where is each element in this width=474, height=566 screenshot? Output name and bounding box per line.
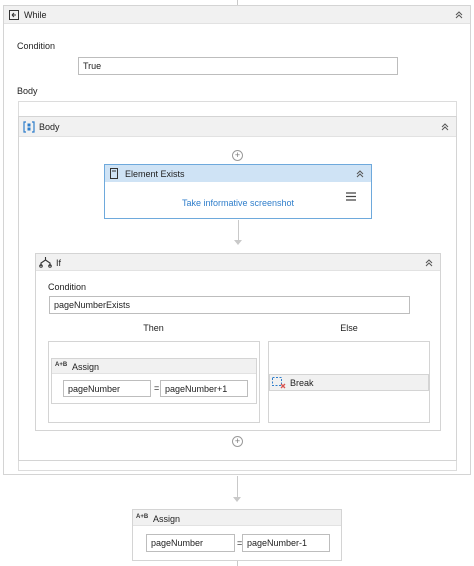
connector — [238, 220, 239, 241]
if-activity[interactable]: If Condition pageNumberExists Then Else … — [35, 253, 441, 431]
bottom-connector — [237, 561, 238, 566]
break-icon — [272, 377, 286, 391]
if-condition-field[interactable]: pageNumberExists — [49, 296, 410, 314]
while-icon — [8, 9, 20, 23]
while-body-label: Body — [17, 86, 38, 96]
body-sequence-title: Body — [39, 122, 60, 132]
menu-icon[interactable] — [345, 191, 357, 204]
then-assign-equals: = — [154, 383, 160, 393]
element-exists-header[interactable]: Element Exists — [105, 165, 371, 182]
while-condition-label: Condition — [17, 41, 56, 51]
then-assign-header[interactable]: A+B Assign — [52, 359, 256, 374]
bottom-assign-right-field[interactable]: pageNumber-1 — [242, 534, 330, 552]
then-assign-right-field[interactable]: pageNumber+1 — [160, 380, 248, 397]
element-exists-icon — [109, 168, 119, 181]
body-sequence[interactable]: Body + Element Exists Take informative s… — [18, 116, 457, 461]
element-exists-activity[interactable]: Element Exists Take informative screensh… — [104, 164, 372, 219]
assign-icon: A+B — [55, 362, 68, 368]
then-assign-left-field[interactable]: pageNumber — [63, 380, 151, 397]
connector — [237, 476, 238, 498]
connector-arrow — [234, 240, 242, 245]
take-screenshot-link[interactable]: Take informative screenshot — [105, 198, 371, 208]
then-label: Then — [143, 323, 164, 333]
add-icon[interactable]: + — [232, 150, 243, 161]
connector-arrow — [233, 497, 241, 502]
then-assign-activity[interactable]: A+B Assign pageNumber = pageNumber+1 — [51, 358, 257, 404]
body-sequence-header[interactable]: Body — [19, 117, 456, 137]
bottom-assign-left-field[interactable]: pageNumber — [146, 534, 235, 552]
while-activity[interactable]: While Condition True Body Body + Element… — [3, 5, 471, 475]
if-header[interactable]: If — [36, 254, 440, 271]
assign-icon: A+B — [136, 514, 149, 520]
while-header[interactable]: While — [4, 6, 470, 24]
break-activity[interactable]: Break — [269, 374, 429, 391]
bottom-assign-header[interactable]: A+B Assign — [133, 510, 341, 526]
else-panel[interactable]: Break — [268, 341, 430, 423]
collapse-icon[interactable] — [454, 10, 464, 20]
while-title: While — [24, 10, 47, 20]
then-panel[interactable]: A+B Assign pageNumber = pageNumber+1 — [48, 341, 260, 423]
else-label: Else — [340, 323, 358, 333]
element-exists-title: Element Exists — [125, 169, 185, 179]
if-condition-label: Condition — [48, 282, 87, 292]
add-icon[interactable]: + — [232, 436, 243, 447]
break-title: Break — [290, 378, 314, 388]
bottom-assign-title: Assign — [153, 514, 181, 524]
collapse-icon[interactable] — [355, 169, 365, 179]
sequence-icon — [23, 121, 35, 135]
then-assign-title: Assign — [72, 362, 100, 372]
if-icon — [39, 256, 52, 270]
while-condition-field[interactable]: True — [78, 57, 398, 75]
bottom-assign-activity[interactable]: A+B Assign pageNumber = pageNumber-1 — [132, 509, 342, 561]
if-title: If — [56, 258, 62, 268]
collapse-icon[interactable] — [424, 258, 434, 268]
collapse-icon[interactable] — [440, 122, 450, 132]
